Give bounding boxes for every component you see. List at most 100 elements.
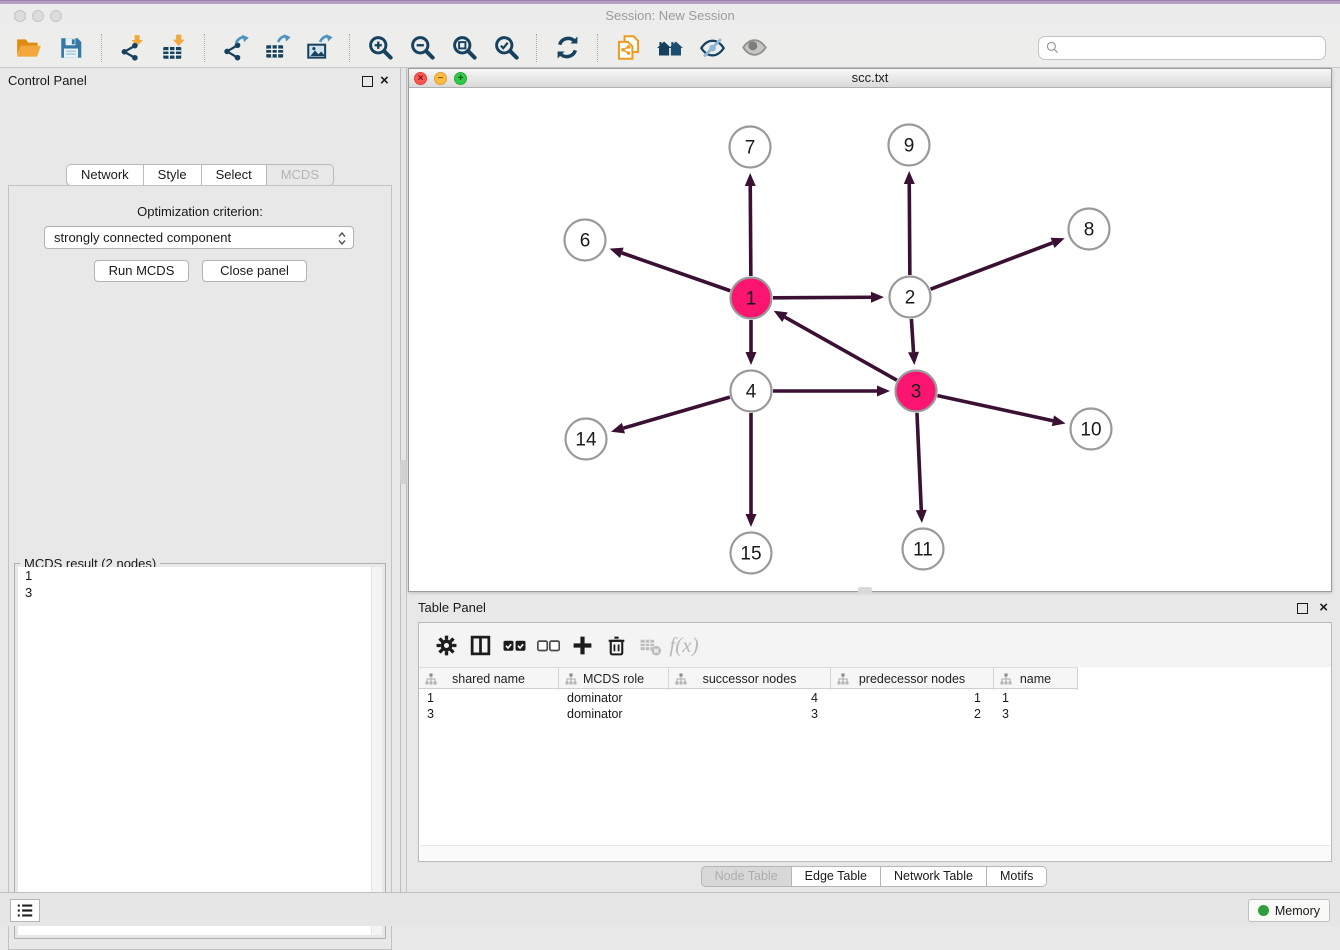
close-table-panel-icon[interactable]: ×: [1319, 602, 1328, 613]
graph-node-4[interactable]: 4: [731, 371, 772, 412]
tab-network[interactable]: Network: [66, 164, 143, 186]
graph-edge-1-7[interactable]: [745, 173, 756, 276]
show-column-panel-icon[interactable]: [463, 630, 497, 660]
graph-edge-4-14[interactable]: [611, 397, 730, 433]
graph-node-14[interactable]: 14: [566, 419, 607, 460]
tab-mcds[interactable]: MCDS: [266, 164, 334, 186]
app-titlebar: Session: New Session: [0, 4, 1340, 28]
unselect-all-columns-icon[interactable]: [531, 630, 565, 660]
graph-edge-2-8[interactable]: [931, 238, 1065, 289]
criterion-dropdown[interactable]: strongly connected component: [44, 226, 354, 249]
graph-edge-4-3[interactable]: [773, 386, 890, 397]
split-pane-handle[interactable]: [400, 460, 407, 484]
import-network-icon[interactable]: [116, 32, 148, 64]
svg-text:3: 3: [911, 382, 922, 403]
table-cell-shared-name[interactable]: 3: [419, 706, 559, 722]
table-cell-mcds-role[interactable]: dominator: [559, 706, 669, 722]
graph-node-9[interactable]: 9: [889, 125, 930, 166]
graph-edge-1-6[interactable]: [610, 248, 731, 291]
network-close-button[interactable]: ×: [414, 72, 427, 85]
open-session-icon[interactable]: [13, 32, 45, 64]
delete-column-trash-icon[interactable]: [599, 630, 633, 660]
graph-node-6[interactable]: 6: [565, 220, 606, 261]
create-column-plus-icon[interactable]: [565, 630, 599, 660]
graph-edge-3-10[interactable]: [937, 396, 1065, 426]
show-hidden-icon[interactable]: [738, 32, 770, 64]
network-canvas[interactable]: 7 9 6 8 1 2 4 3 14 10 15 11: [409, 88, 1331, 591]
select-all-columns-icon[interactable]: [497, 630, 531, 660]
column-header-name[interactable]: name: [994, 668, 1078, 690]
graph-node-7[interactable]: 7: [730, 127, 771, 168]
tab-node-table[interactable]: Node Table: [701, 866, 791, 887]
float-table-panel-icon[interactable]: [1297, 602, 1308, 617]
memory-button[interactable]: Memory: [1248, 899, 1330, 922]
search-field[interactable]: [1038, 36, 1326, 60]
graph-edge-2-9[interactable]: [904, 171, 915, 275]
graph-node-1[interactable]: 1: [731, 278, 772, 319]
tab-motifs[interactable]: Motifs: [986, 866, 1047, 887]
column-header-successor-nodes[interactable]: successor nodes: [669, 668, 831, 690]
graph-edge-4-15[interactable]: [746, 413, 757, 527]
table-cell-name[interactable]: 3: [994, 706, 1078, 722]
table-settings-gear-icon[interactable]: [429, 630, 463, 660]
tab-network-table[interactable]: Network Table: [880, 866, 986, 887]
task-history-button[interactable]: [10, 899, 40, 922]
graph-node-15[interactable]: 15: [731, 533, 772, 574]
network-window-titlebar[interactable]: × − + scc.txt: [409, 69, 1331, 88]
graph-node-8[interactable]: 8: [1069, 209, 1110, 250]
zoom-out-icon[interactable]: [406, 32, 438, 64]
import-table-icon[interactable]: [158, 32, 190, 64]
close-panel-icon[interactable]: ×: [380, 75, 389, 86]
mcds-result-text[interactable]: 13: [18, 567, 382, 935]
column-header-predecessor-nodes[interactable]: predecessor nodes: [831, 668, 994, 690]
graph-edge-3-11[interactable]: [916, 413, 927, 523]
graph-edge-2-3[interactable]: [908, 319, 919, 365]
tab-select[interactable]: Select: [201, 164, 266, 186]
zoom-selected-icon[interactable]: [490, 32, 522, 64]
table-cell-shared-name[interactable]: 1: [419, 690, 559, 706]
table-horizontal-scrollbar[interactable]: [420, 845, 1330, 860]
table-cell-predecessor-nodes[interactable]: 1: [831, 690, 994, 706]
graph-node-10[interactable]: 10: [1071, 409, 1112, 450]
table-cell-mcds-role[interactable]: dominator: [559, 690, 669, 706]
app-minimize-button[interactable]: [32, 10, 44, 22]
zoom-in-icon[interactable]: [364, 32, 396, 64]
export-network-icon[interactable]: [219, 32, 251, 64]
graph-node-11[interactable]: 11: [903, 529, 944, 570]
column-header-shared-name[interactable]: shared name: [419, 668, 559, 690]
table-cell-name[interactable]: 1: [994, 690, 1078, 706]
close-panel-button[interactable]: Close panel: [202, 260, 307, 282]
run-mcds-button[interactable]: Run MCDS: [94, 260, 189, 282]
table-row[interactable]: 3dominator323: [419, 706, 1331, 722]
tab-style[interactable]: Style: [143, 164, 201, 186]
svg-text:8: 8: [1084, 220, 1095, 241]
edge-arrowhead-icon: [611, 423, 625, 434]
app-close-button[interactable]: [14, 10, 26, 22]
table-row[interactable]: 1dominator411: [419, 690, 1331, 706]
table-cell-successor-nodes[interactable]: 3: [669, 706, 831, 722]
graph-node-3[interactable]: 3: [896, 371, 937, 412]
float-panel-icon[interactable]: [362, 75, 373, 90]
table-cell-predecessor-nodes[interactable]: 2: [831, 706, 994, 722]
graph-edge-1-2[interactable]: [773, 292, 884, 303]
export-table-icon[interactable]: [261, 32, 293, 64]
graph-edge-3-1[interactable]: [774, 311, 897, 380]
hide-selected-icon[interactable]: [696, 32, 728, 64]
export-image-icon[interactable]: [303, 32, 335, 64]
app-zoom-button[interactable]: [50, 10, 62, 22]
table-cell-successor-nodes[interactable]: 4: [669, 690, 831, 706]
horizontal-split-handle[interactable]: [858, 587, 872, 594]
column-header-mcds-role[interactable]: MCDS role: [559, 668, 669, 690]
zoom-fit-icon[interactable]: [448, 32, 480, 64]
network-zoom-button[interactable]: +: [454, 72, 467, 85]
network-minimize-button[interactable]: −: [434, 72, 447, 85]
refresh-network-icon[interactable]: [551, 32, 583, 64]
graph-node-2[interactable]: 2: [890, 277, 931, 318]
show-all-networks-icon[interactable]: [654, 32, 686, 64]
save-session-icon[interactable]: [55, 32, 87, 64]
search-input[interactable]: [1061, 38, 1325, 58]
tab-edge-table[interactable]: Edge Table: [791, 866, 880, 887]
copy-style-icon[interactable]: [612, 32, 644, 64]
result-scrollbar[interactable]: [371, 567, 382, 935]
graph-edge-1-4[interactable]: [746, 320, 757, 365]
